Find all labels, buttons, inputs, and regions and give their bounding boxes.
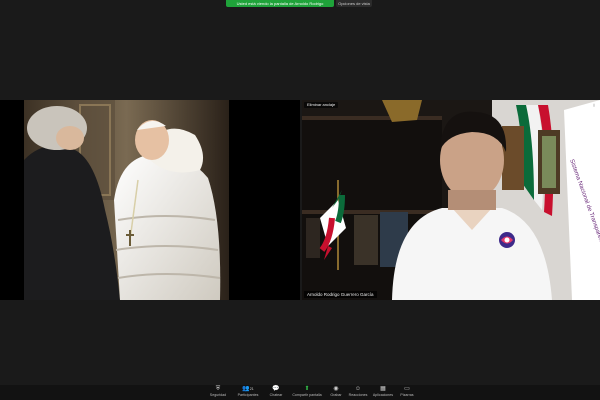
reactions-icon: ☺ [354, 386, 362, 392]
meeting-toolbar: ⛨ Seguridad 👥21 Participantes 💬 Chatear … [0, 385, 600, 400]
shield-icon: ⛨ [215, 386, 221, 392]
participant-name-label: Arnoldo Rodrigo Guerrero García [304, 291, 377, 298]
video-tile-left[interactable] [0, 100, 300, 300]
apps-button[interactable]: ▦ Aplicaciones [371, 386, 395, 399]
screen-share-banner[interactable]: Usted está viendo la pantalla de Arnoldo… [226, 0, 334, 7]
chat-button[interactable]: 💬 Chatear [265, 386, 287, 399]
participant-video: Sistema Nacional de Transparencia [302, 100, 600, 300]
record-button[interactable]: ◉ Grabar [327, 386, 345, 399]
share-screen-button[interactable]: ⬆ Compartir pantalla [289, 386, 325, 399]
record-icon: ◉ [333, 386, 339, 392]
whiteboard-button[interactable]: ▭ Pizarras [397, 386, 417, 399]
shared-photo [0, 100, 300, 300]
apps-icon: ▦ [380, 386, 386, 392]
security-button[interactable]: ⛨ Seguridad [205, 386, 231, 399]
unpin-button[interactable]: Eliminar anclaje [304, 102, 339, 108]
participants-icon: 👥21 [242, 386, 254, 392]
participants-button[interactable]: 👥21 Participantes [233, 386, 263, 399]
whiteboard-icon: ▭ [404, 386, 410, 392]
share-screen-icon: ⬆ [304, 386, 310, 392]
reactions-button[interactable]: ☺ Reacciones [347, 386, 369, 399]
view-options-button[interactable]: Opciones de vista [336, 0, 372, 7]
video-tile-right[interactable]: Sistema Nacional de Transparencia Elimin… [302, 100, 600, 300]
mic-icon [593, 103, 595, 107]
chat-icon: 💬 [272, 386, 280, 392]
top-bar: Usted está viendo la pantalla de Arnoldo… [0, 0, 600, 10]
